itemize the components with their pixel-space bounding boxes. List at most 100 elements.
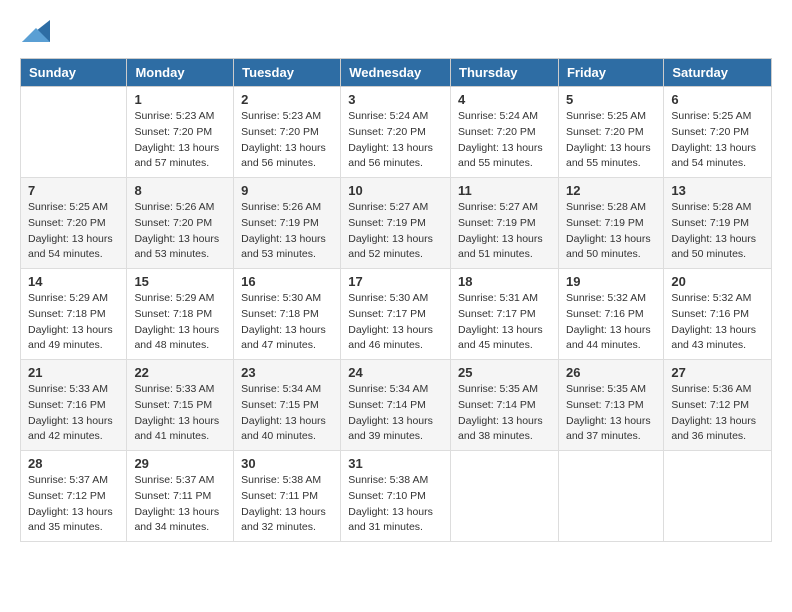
calendar-cell: 13Sunrise: 5:28 AMSunset: 7:19 PMDayligh… <box>664 178 772 269</box>
weekday-header-row: SundayMondayTuesdayWednesdayThursdayFrid… <box>21 59 772 87</box>
day-number: 11 <box>458 183 551 198</box>
day-number: 10 <box>348 183 443 198</box>
day-number: 23 <box>241 365 333 380</box>
day-number: 9 <box>241 183 333 198</box>
day-number: 5 <box>566 92 656 107</box>
calendar-cell: 26 Sunrise: 5:35 AMSunset: 7:13 PMDayligh… <box>558 360 663 451</box>
calendar-table: SundayMondayTuesdayWednesdayThursdayFrid… <box>20 58 772 542</box>
calendar-cell: 20 Sunrise: 5:32 AMSunset: 7:16 PMDayligh… <box>664 269 772 360</box>
day-info: Sunrise: 5:23 AMSunset: 7:20 PMDaylight:… <box>241 109 333 172</box>
day-number: 29 <box>134 456 226 471</box>
day-number: 13 <box>671 183 764 198</box>
weekday-header-thursday: Thursday <box>451 59 559 87</box>
day-number: 28 <box>28 456 119 471</box>
day-number: 7 <box>28 183 119 198</box>
day-number: 31 <box>348 456 443 471</box>
calendar-cell <box>451 451 559 542</box>
calendar-cell: 28 Sunrise: 5:37 AMSunset: 7:12 PMDayligh… <box>21 451 127 542</box>
day-number: 20 <box>671 274 764 289</box>
day-number: 21 <box>28 365 119 380</box>
day-info: Sunrise: 5:26 AMSunset: 7:20 PMDaylight:… <box>134 200 226 263</box>
day-info: Sunrise: 5:30 AMSunset: 7:18 PMDaylight:… <box>241 291 333 354</box>
calendar-cell: 12 Sunrise: 5:28 AMSunset: 7:19 PMDayligh… <box>558 178 663 269</box>
day-number: 15 <box>134 274 226 289</box>
day-info: Sunrise: 5:23 AMSunset: 7:20 PMDaylight:… <box>134 109 226 172</box>
day-info: Sunrise: 5:25 AMSunset: 7:20 PMDaylight:… <box>566 109 656 172</box>
calendar-cell: 27 Sunrise: 5:36 AMSunset: 7:12 PMDayligh… <box>664 360 772 451</box>
calendar-cell: 9 Sunrise: 5:26 AMSunset: 7:19 PMDaylight… <box>234 178 341 269</box>
day-info: Sunrise: 5:34 AMSunset: 7:14 PMDaylight:… <box>348 382 443 445</box>
day-number: 25 <box>458 365 551 380</box>
calendar-week-row: 14 Sunrise: 5:29 AMSunset: 7:18 PMDayligh… <box>21 269 772 360</box>
calendar-cell: 17Sunrise: 5:30 AMSunset: 7:17 PMDayligh… <box>341 269 451 360</box>
calendar-cell: 23 Sunrise: 5:34 AMSunset: 7:15 PMDayligh… <box>234 360 341 451</box>
day-number: 26 <box>566 365 656 380</box>
day-number: 16 <box>241 274 333 289</box>
day-info: Sunrise: 5:25 AMSunset: 7:20 PMDaylight:… <box>28 200 119 263</box>
day-number: 3 <box>348 92 443 107</box>
day-info: Sunrise: 5:31 AMSunset: 7:17 PMDaylight:… <box>458 291 551 354</box>
day-info: Sunrise: 5:32 AMSunset: 7:16 PMDaylight:… <box>671 291 764 354</box>
weekday-header-friday: Friday <box>558 59 663 87</box>
header <box>20 20 772 42</box>
day-info: Sunrise: 5:26 AMSunset: 7:19 PMDaylight:… <box>241 200 333 263</box>
day-info: Sunrise: 5:35 AMSunset: 7:14 PMDaylight:… <box>458 382 551 445</box>
day-number: 12 <box>566 183 656 198</box>
calendar-cell: 8 Sunrise: 5:26 AMSunset: 7:20 PMDaylight… <box>127 178 234 269</box>
day-info: Sunrise: 5:38 AMSunset: 7:10 PMDaylight:… <box>348 473 443 536</box>
calendar-cell <box>558 451 663 542</box>
day-info: Sunrise: 5:30 AMSunset: 7:17 PMDaylight:… <box>348 291 443 354</box>
calendar-cell: 10 Sunrise: 5:27 AMSunset: 7:19 PMDayligh… <box>341 178 451 269</box>
calendar-week-row: 1 Sunrise: 5:23 AMSunset: 7:20 PMDaylight… <box>21 87 772 178</box>
calendar-cell: 29 Sunrise: 5:37 AMSunset: 7:11 PMDayligh… <box>127 451 234 542</box>
day-number: 6 <box>671 92 764 107</box>
calendar-week-row: 21Sunrise: 5:33 AMSunset: 7:16 PMDayligh… <box>21 360 772 451</box>
day-number: 2 <box>241 92 333 107</box>
day-number: 1 <box>134 92 226 107</box>
day-number: 27 <box>671 365 764 380</box>
day-number: 19 <box>566 274 656 289</box>
day-info: Sunrise: 5:35 AMSunset: 7:13 PMDaylight:… <box>566 382 656 445</box>
calendar-cell: 21Sunrise: 5:33 AMSunset: 7:16 PMDayligh… <box>21 360 127 451</box>
calendar-cell: 19 Sunrise: 5:32 AMSunset: 7:16 PMDayligh… <box>558 269 663 360</box>
day-number: 18 <box>458 274 551 289</box>
day-number: 4 <box>458 92 551 107</box>
calendar-cell: 15 Sunrise: 5:29 AMSunset: 7:18 PMDayligh… <box>127 269 234 360</box>
calendar-cell: 4Sunrise: 5:24 AMSunset: 7:20 PMDaylight… <box>451 87 559 178</box>
calendar-cell: 1 Sunrise: 5:23 AMSunset: 7:20 PMDaylight… <box>127 87 234 178</box>
logo-icon <box>22 20 50 42</box>
calendar-cell: 14Sunrise: 5:29 AMSunset: 7:18 PMDayligh… <box>21 269 127 360</box>
calendar-cell: 2 Sunrise: 5:23 AMSunset: 7:20 PMDaylight… <box>234 87 341 178</box>
calendar-cell: 31 Sunrise: 5:38 AMSunset: 7:10 PMDayligh… <box>341 451 451 542</box>
weekday-header-saturday: Saturday <box>664 59 772 87</box>
day-number: 8 <box>134 183 226 198</box>
calendar-week-row: 7 Sunrise: 5:25 AMSunset: 7:20 PMDaylight… <box>21 178 772 269</box>
calendar-cell <box>664 451 772 542</box>
day-info: Sunrise: 5:37 AMSunset: 7:11 PMDaylight:… <box>134 473 226 536</box>
calendar-cell: 24 Sunrise: 5:34 AMSunset: 7:14 PMDayligh… <box>341 360 451 451</box>
calendar-cell: 25 Sunrise: 5:35 AMSunset: 7:14 PMDayligh… <box>451 360 559 451</box>
day-info: Sunrise: 5:33 AMSunset: 7:15 PMDaylight:… <box>134 382 226 445</box>
weekday-header-tuesday: Tuesday <box>234 59 341 87</box>
calendar-cell: 11Sunrise: 5:27 AMSunset: 7:19 PMDayligh… <box>451 178 559 269</box>
calendar-cell: 16 Sunrise: 5:30 AMSunset: 7:18 PMDayligh… <box>234 269 341 360</box>
day-info: Sunrise: 5:27 AMSunset: 7:19 PMDaylight:… <box>348 200 443 263</box>
calendar-cell: 7 Sunrise: 5:25 AMSunset: 7:20 PMDaylight… <box>21 178 127 269</box>
logo <box>20 20 50 42</box>
calendar-week-row: 28 Sunrise: 5:37 AMSunset: 7:12 PMDayligh… <box>21 451 772 542</box>
day-info: Sunrise: 5:24 AMSunset: 7:20 PMDaylight:… <box>348 109 443 172</box>
weekday-header-wednesday: Wednesday <box>341 59 451 87</box>
day-info: Sunrise: 5:37 AMSunset: 7:12 PMDaylight:… <box>28 473 119 536</box>
day-number: 24 <box>348 365 443 380</box>
weekday-header-monday: Monday <box>127 59 234 87</box>
calendar-cell: 3 Sunrise: 5:24 AMSunset: 7:20 PMDaylight… <box>341 87 451 178</box>
day-number: 30 <box>241 456 333 471</box>
day-info: Sunrise: 5:32 AMSunset: 7:16 PMDaylight:… <box>566 291 656 354</box>
day-info: Sunrise: 5:25 AMSunset: 7:20 PMDaylight:… <box>671 109 764 172</box>
calendar-cell: 30Sunrise: 5:38 AMSunset: 7:11 PMDayligh… <box>234 451 341 542</box>
day-info: Sunrise: 5:29 AMSunset: 7:18 PMDaylight:… <box>134 291 226 354</box>
day-number: 14 <box>28 274 119 289</box>
day-info: Sunrise: 5:36 AMSunset: 7:12 PMDaylight:… <box>671 382 764 445</box>
day-info: Sunrise: 5:34 AMSunset: 7:15 PMDaylight:… <box>241 382 333 445</box>
day-info: Sunrise: 5:28 AMSunset: 7:19 PMDaylight:… <box>566 200 656 263</box>
